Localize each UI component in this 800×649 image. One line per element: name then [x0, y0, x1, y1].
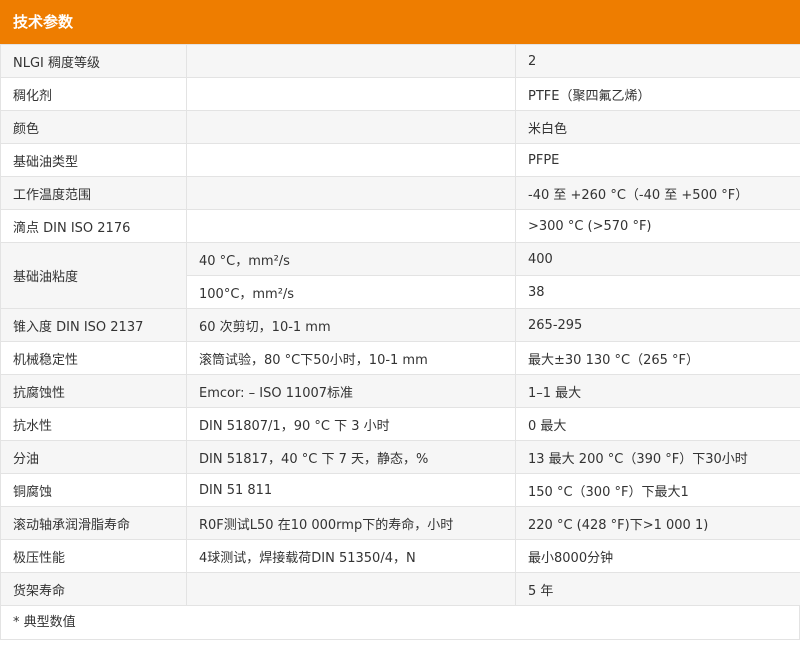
param-cell: 抗腐蚀性: [0, 374, 187, 408]
param-cell: 基础油类型: [0, 143, 187, 177]
value-cell: 0 最大: [515, 407, 800, 441]
value-cell: 2: [515, 44, 800, 78]
value-cell: >300 °C (>570 °F): [515, 209, 800, 243]
table-row: 基础油粘度 40 °C，mm²/s 400: [0, 242, 800, 309]
table-row: 工作温度范围 -40 至 +260 °C（-40 至 +500 °F）: [0, 176, 800, 210]
param-cell: 货架寿命: [0, 572, 187, 606]
condition-cell: [186, 209, 516, 243]
value-cell: 220 °C (428 °F)下>1 000 1): [515, 506, 800, 540]
table-row: 滴点 DIN ISO 2176 >300 °C (>570 °F): [0, 209, 800, 243]
table-row: 极压性能 4球测试，焊接载荷DIN 51350/4，N 最小8000分钟: [0, 539, 800, 573]
table-row: 基础油类型 PFPE: [0, 143, 800, 177]
footnote: * 典型数值: [0, 606, 800, 640]
param-cell: 颜色: [0, 110, 187, 144]
table-row: 颜色 米白色: [0, 110, 800, 144]
value-cell: PTFE（聚四氟乙烯）: [515, 77, 800, 111]
condition-cell: 滚筒试验，80 °C下50小时，10-1 mm: [186, 341, 516, 375]
param-cell: 分油: [0, 440, 187, 474]
condition-cell: [186, 77, 516, 111]
condition-cell: 100°C，mm²/s: [186, 275, 516, 309]
value-cell: 150 °C（300 °F）下最大1: [515, 473, 800, 507]
condition-cell: [186, 572, 516, 606]
param-cell: NLGI 稠度等级: [0, 44, 187, 78]
condition-cell: DIN 51 811: [186, 473, 516, 507]
table-row: 锥入度 DIN ISO 2137 60 次剪切，10-1 mm 265-295: [0, 308, 800, 342]
condition-cell: 4球测试，焊接载荷DIN 51350/4，N: [186, 539, 516, 573]
value-cell: 5 年: [515, 572, 800, 606]
param-cell: 滚动轴承润滑脂寿命: [0, 506, 187, 540]
param-cell: 极压性能: [0, 539, 187, 573]
param-cell: 基础油粘度: [0, 242, 187, 309]
table-row: 稠化剂 PTFE（聚四氟乙烯）: [0, 77, 800, 111]
value-cell: 最大±30 130 °C（265 °F）: [515, 341, 800, 375]
condition-cell: [186, 110, 516, 144]
value-cell: 1–1 最大: [515, 374, 800, 408]
condition-cell: [186, 44, 516, 78]
table-row: 铜腐蚀 DIN 51 811 150 °C（300 °F）下最大1: [0, 473, 800, 507]
value-cell: 265-295: [515, 308, 800, 342]
condition-cell: 40 °C，mm²/s: [186, 242, 516, 276]
table-row: NLGI 稠度等级 2: [0, 44, 800, 78]
table-row: 抗腐蚀性 Emcor: – ISO 11007标准 1–1 最大: [0, 374, 800, 408]
value-cell: 最小8000分钟: [515, 539, 800, 573]
value-cell: 38: [515, 275, 800, 309]
condition-cell: R0F测试L50 在10 000rmp下的寿命，小时: [186, 506, 516, 540]
table-row: 滚动轴承润滑脂寿命 R0F测试L50 在10 000rmp下的寿命，小时 220…: [0, 506, 800, 540]
param-cell: 滴点 DIN ISO 2176: [0, 209, 187, 243]
section-title: 技术参数: [0, 0, 800, 44]
value-cell: PFPE: [515, 143, 800, 177]
param-cell: 铜腐蚀: [0, 473, 187, 507]
spec-table: NLGI 稠度等级 2 稠化剂 PTFE（聚四氟乙烯） 颜色 米白色 基础油类型…: [0, 44, 800, 606]
condition-cell: 60 次剪切，10-1 mm: [186, 308, 516, 342]
condition-cell: DIN 51807/1，90 °C 下 3 小时: [186, 407, 516, 441]
param-cell: 锥入度 DIN ISO 2137: [0, 308, 187, 342]
table-row: 分油 DIN 51817，40 °C 下 7 天，静态，% 13 最大 200 …: [0, 440, 800, 474]
condition-cell: [186, 143, 516, 177]
table-row: 机械稳定性 滚筒试验，80 °C下50小时，10-1 mm 最大±30 130 …: [0, 341, 800, 375]
spec-table-container: 技术参数 NLGI 稠度等级 2 稠化剂 PTFE（聚四氟乙烯） 颜色 米白色 …: [0, 0, 800, 640]
condition-cell: Emcor: – ISO 11007标准: [186, 374, 516, 408]
param-cell: 稠化剂: [0, 77, 187, 111]
table-row: 抗水性 DIN 51807/1，90 °C 下 3 小时 0 最大: [0, 407, 800, 441]
condition-cell: DIN 51817，40 °C 下 7 天，静态，%: [186, 440, 516, 474]
param-cell: 机械稳定性: [0, 341, 187, 375]
param-cell: 工作温度范围: [0, 176, 187, 210]
value-cell: 400: [515, 242, 800, 276]
param-cell: 抗水性: [0, 407, 187, 441]
value-cell: 米白色: [515, 110, 800, 144]
value-cell: 13 最大 200 °C（390 °F）下30小时: [515, 440, 800, 474]
value-cell: -40 至 +260 °C（-40 至 +500 °F）: [515, 176, 800, 210]
condition-cell: [186, 176, 516, 210]
table-row: 货架寿命 5 年: [0, 572, 800, 606]
